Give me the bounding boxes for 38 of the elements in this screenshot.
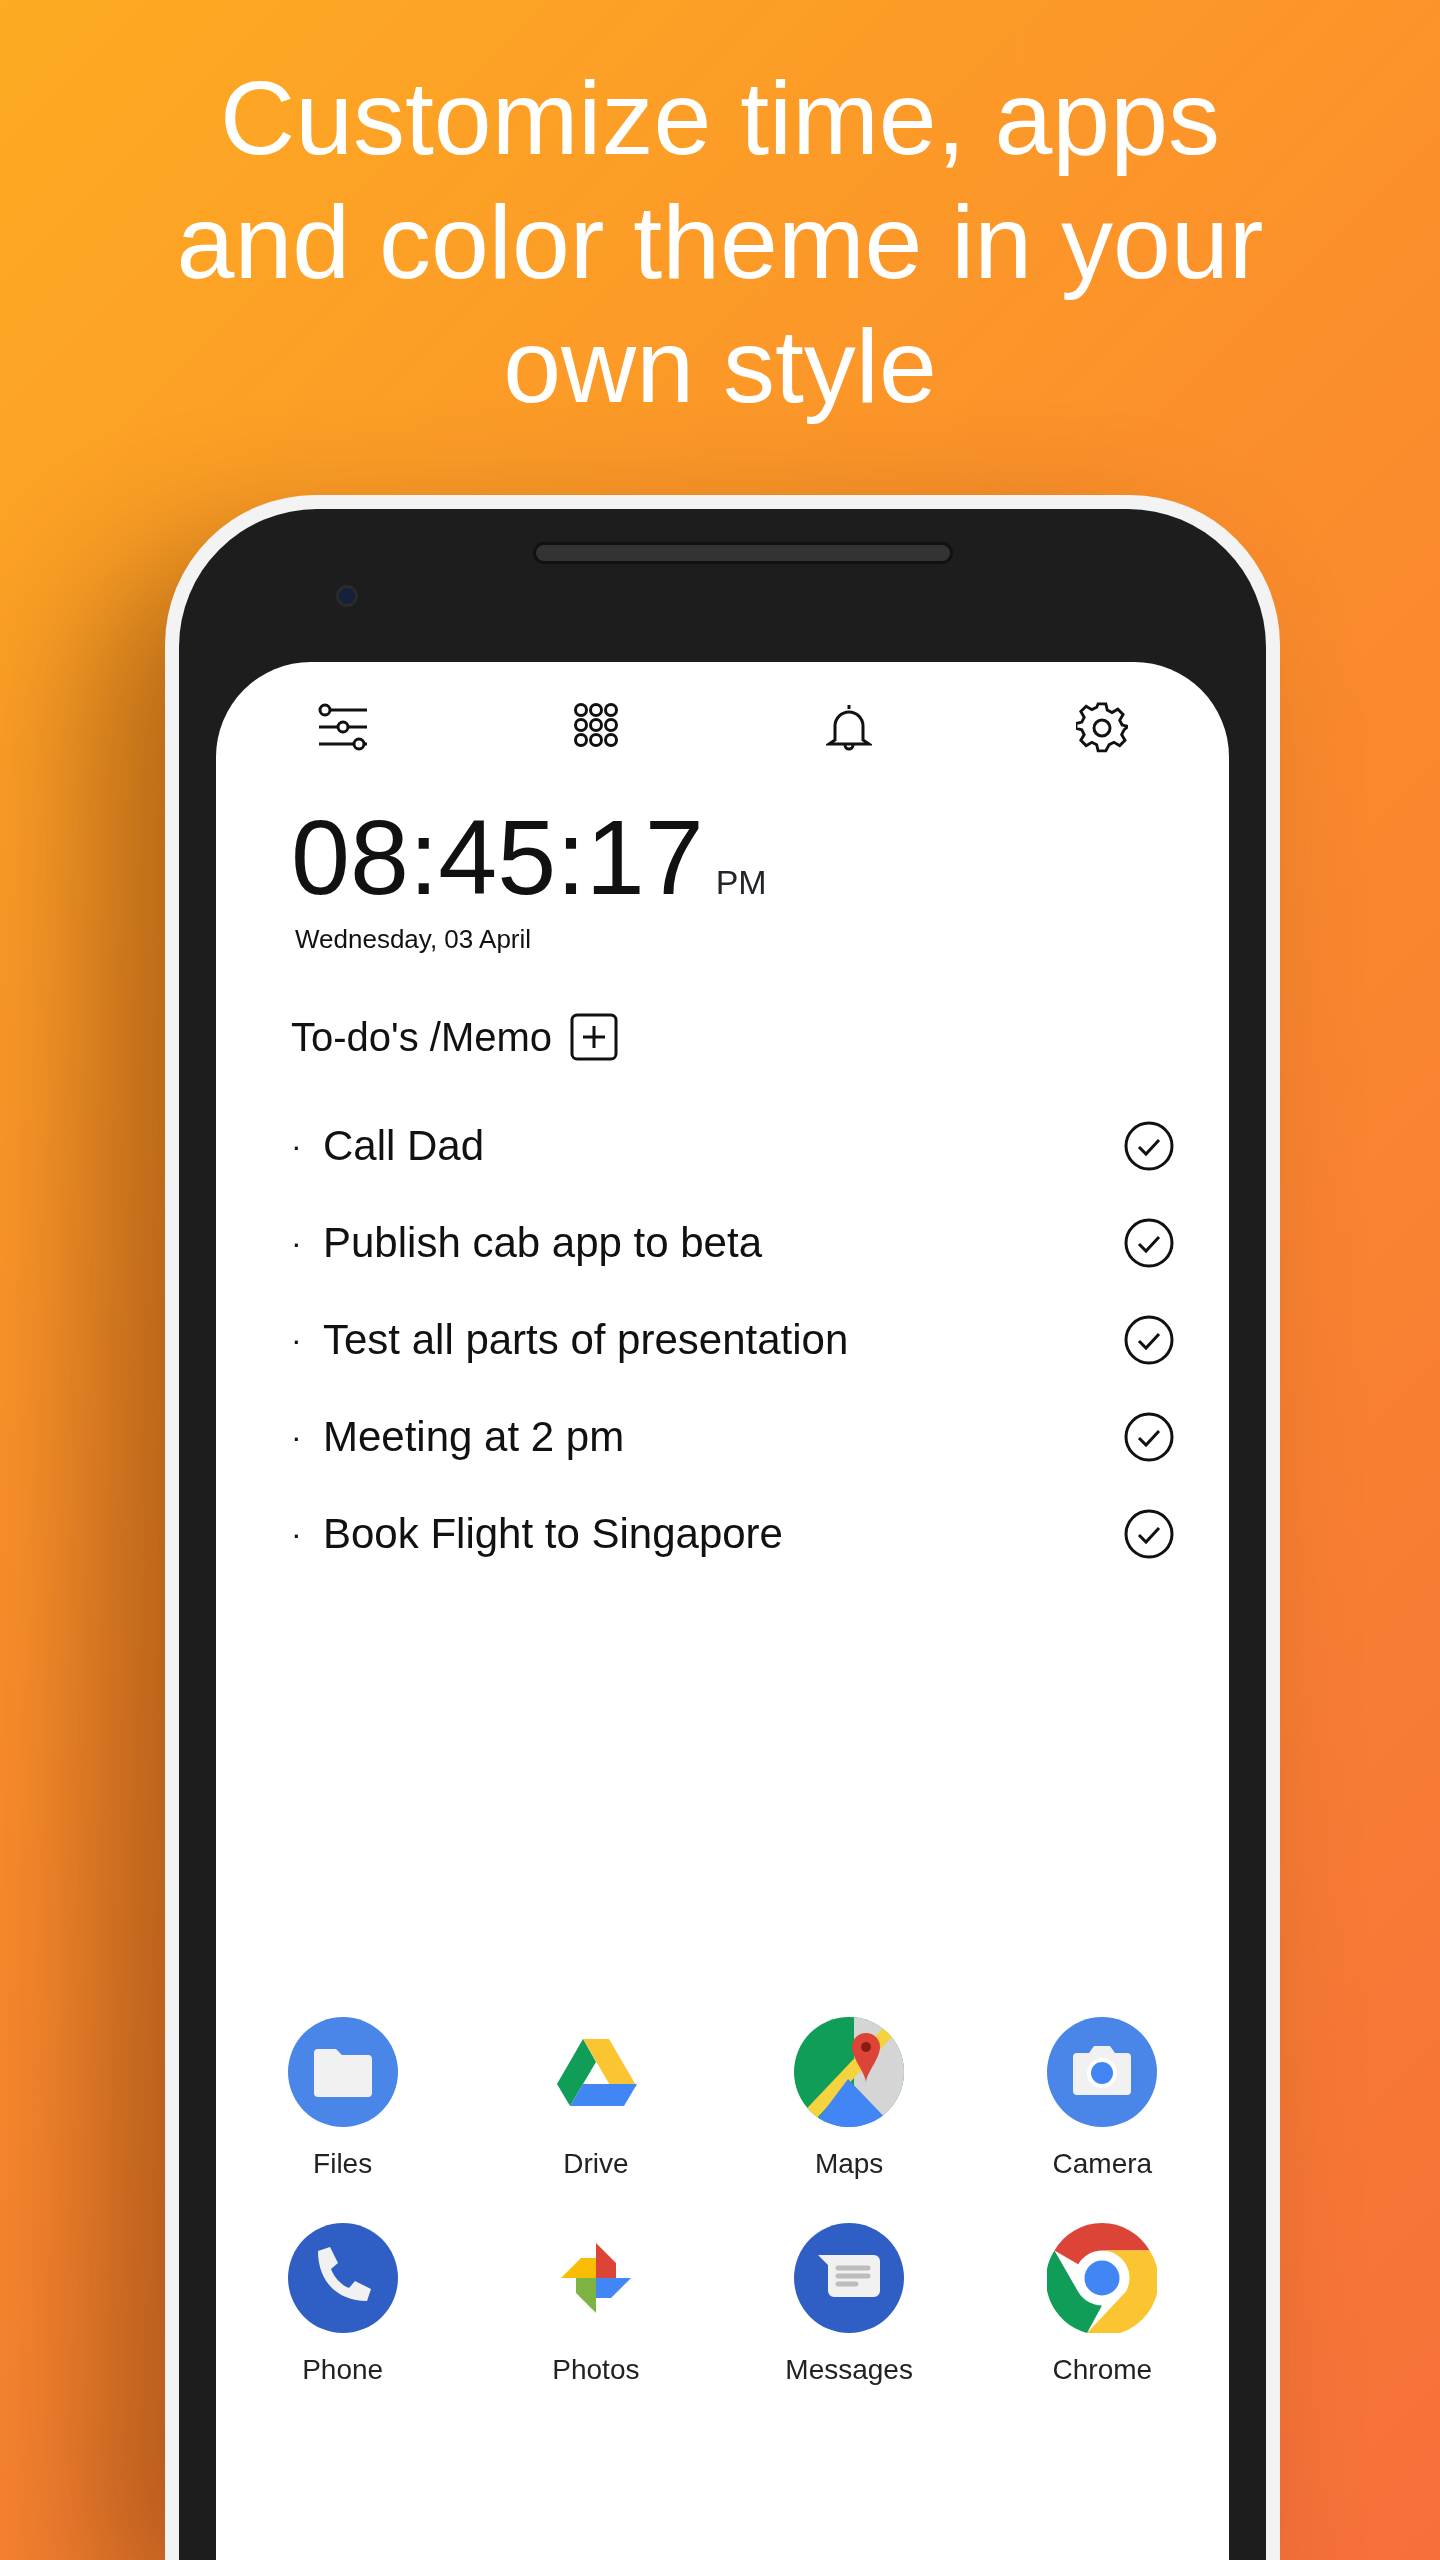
app-label: Camera <box>1052 2147 1153 2181</box>
check-circle-icon[interactable] <box>1124 1508 1174 1559</box>
phone-app-icon[interactable] <box>287 2223 398 2333</box>
check-circle-icon[interactable] <box>1124 1314 1174 1365</box>
folder-app-icon[interactable] <box>287 2017 398 2127</box>
browser-app-icon[interactable] <box>1047 2223 1158 2333</box>
sliders-icon[interactable] <box>316 702 369 752</box>
settings-icon[interactable] <box>1076 702 1129 754</box>
add-icon[interactable] <box>570 1013 619 1061</box>
todo-text: Book Flight to Singapore <box>323 1509 784 1559</box>
bullet: · <box>291 1417 303 1457</box>
bullet: · <box>291 1320 303 1360</box>
bullet: · <box>291 1223 303 1263</box>
todo-text: Call Dad <box>323 1121 486 1171</box>
clock-date: Wednesday, 03 April <box>295 923 533 956</box>
app-label: Chrome <box>1052 2353 1153 2387</box>
camera-app-icon[interactable] <box>1047 2017 1158 2127</box>
app-label: Maps <box>814 2147 884 2181</box>
bullet: · <box>291 1126 303 1166</box>
app-label: Photos <box>552 2353 640 2387</box>
bullet: · <box>291 1514 303 1554</box>
camera-lens <box>336 585 358 607</box>
headline: Customize time, apps and color theme in your own style <box>175 59 1265 426</box>
app-label: Files <box>313 2147 373 2181</box>
app-label: Messages <box>785 2353 913 2387</box>
todo-text: Test all parts of presentation <box>323 1315 850 1365</box>
check-circle-icon[interactable] <box>1124 1120 1174 1171</box>
todo-text: Meeting at 2 pm <box>323 1412 626 1462</box>
check-circle-icon[interactable] <box>1124 1411 1174 1462</box>
check-circle-icon[interactable] <box>1124 1217 1174 1268</box>
app-label: Drive <box>563 2147 629 2181</box>
app-label: Phone <box>302 2353 384 2387</box>
clock-meridiem: PM <box>715 863 767 901</box>
chat-app-icon[interactable] <box>794 2223 905 2333</box>
todo-text: Publish cab app to beta <box>323 1218 763 1268</box>
clock-time: 08:45:17 <box>291 798 704 916</box>
app-grid-icon[interactable] <box>572 702 619 748</box>
todo-heading: To-do's /Memo <box>291 1014 553 1061</box>
